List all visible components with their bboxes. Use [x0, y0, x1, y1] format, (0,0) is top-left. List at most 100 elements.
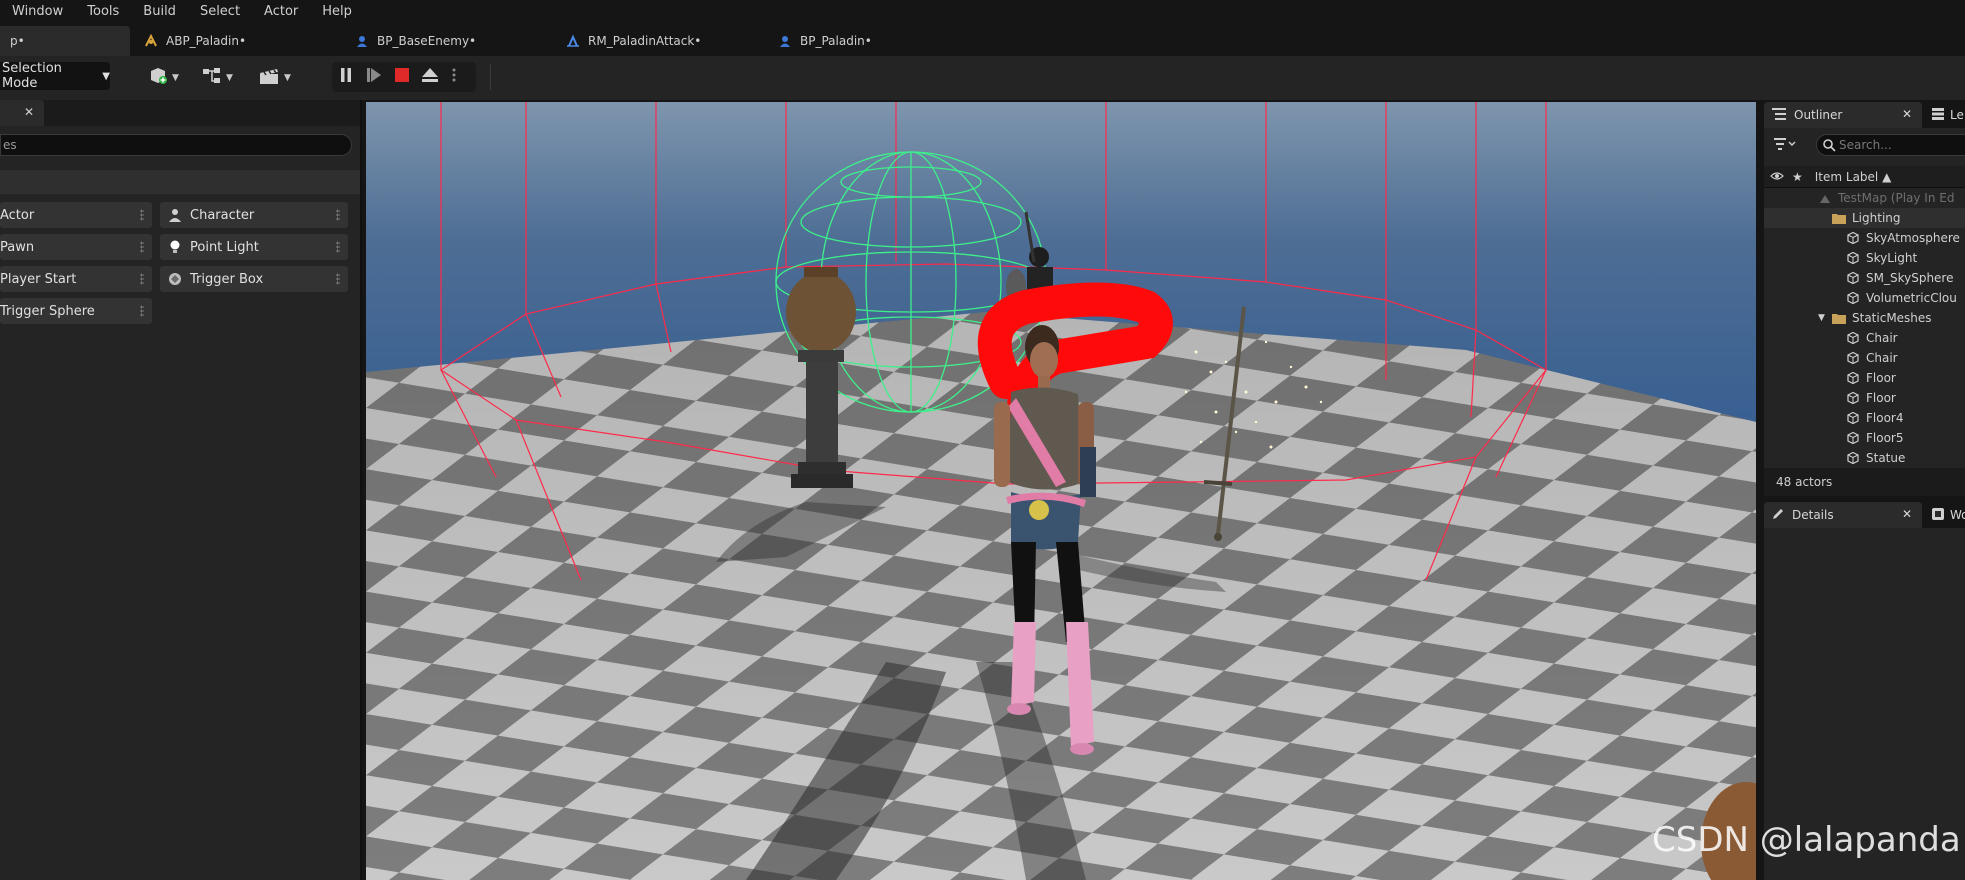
outliner-row[interactable]: Floor — [1764, 388, 1965, 408]
drag-handle-icon[interactable] — [336, 241, 340, 253]
actor-tile-player-start[interactable]: Player Start — [0, 266, 152, 292]
pin-star-icon[interactable]: ★ — [1792, 170, 1803, 184]
world-settings-tab[interactable]: Wo — [1928, 502, 1965, 528]
visibility-eye-icon[interactable] — [1770, 170, 1784, 184]
actor-tile-pawn[interactable]: Pawn — [0, 234, 152, 260]
toolbar-divider — [490, 64, 491, 90]
static-mesh-icon — [1846, 351, 1860, 365]
tab-rm-paladinattack[interactable]: RM_PaladinAttack• — [556, 26, 711, 56]
actor-label: Trigger Box — [190, 271, 264, 287]
outliner-row[interactable]: Statue — [1764, 448, 1965, 468]
unreal-editor-window: Window Tools Build Select Actor Help p• … — [0, 0, 1965, 880]
menu-bar: Window Tools Build Select Actor Help — [0, 0, 1965, 24]
menu-window[interactable]: Window — [0, 0, 75, 24]
outliner-row[interactable]: SkyLight — [1764, 248, 1965, 268]
outliner-row[interactable]: Floor — [1764, 368, 1965, 388]
static-mesh-icon — [1846, 371, 1860, 385]
outliner-search-input[interactable]: Search... — [1816, 134, 1965, 156]
menu-build[interactable]: Build — [131, 0, 188, 24]
drag-handle-icon[interactable] — [140, 305, 144, 317]
actor-label: Trigger Sphere — [0, 303, 95, 319]
chevron-down-icon: ▼ — [172, 73, 179, 83]
close-icon[interactable]: ✕ — [1902, 507, 1912, 521]
stop-icon — [394, 67, 410, 87]
expand-arrow-icon[interactable]: ▼ — [1818, 313, 1825, 323]
outliner-row-label: TestMap (Play In Ed — [1838, 191, 1955, 205]
add-content-button[interactable]: ▼ — [148, 66, 179, 90]
place-actors-tab[interactable]: ✕ — [0, 100, 44, 126]
static-mesh-icon — [1846, 411, 1860, 425]
folder-icon — [1832, 212, 1846, 224]
actor-tile-trigger-box[interactable]: Trigger Box — [160, 266, 348, 292]
outliner-row[interactable]: SkyAtmosphere — [1764, 228, 1965, 248]
static-mesh-icon — [1846, 251, 1860, 265]
drag-handle-icon[interactable] — [336, 209, 340, 221]
actor-tile-character[interactable]: Character — [160, 202, 348, 228]
world-icon — [1932, 507, 1944, 523]
outliner-row[interactable]: Chair — [1764, 348, 1965, 368]
menu-actor[interactable]: Actor — [252, 0, 310, 24]
stop-button[interactable] — [388, 62, 416, 92]
play-options-button[interactable] — [444, 62, 464, 92]
chevron-down-icon: ▼ — [102, 70, 110, 82]
search-icon — [1823, 138, 1836, 158]
place-actors-body: es Actor Character Pawn Point Light Play… — [0, 126, 360, 880]
levels-tab[interactable]: Le — [1928, 102, 1965, 128]
tab-abp-paladin[interactable]: ABP_Paladin• — [134, 26, 256, 56]
menu-tools[interactable]: Tools — [75, 0, 131, 24]
outliner-tab-label: Outliner — [1794, 108, 1843, 122]
outliner-row[interactable]: VolumetricClou — [1764, 288, 1965, 308]
filter-button[interactable] — [1774, 138, 1796, 153]
outliner-row[interactable]: SM_SkySphere — [1764, 268, 1965, 288]
menu-select[interactable]: Select — [188, 0, 252, 24]
static-mesh-icon — [1846, 331, 1860, 345]
cinematics-button[interactable]: ▼ — [258, 66, 291, 90]
right-panel-column: Outliner ✕ Le Search... ★ Item Label ▲ T… — [1760, 100, 1965, 880]
place-actors-search-input[interactable]: es — [0, 134, 352, 156]
world-icon — [1818, 192, 1832, 204]
pause-button[interactable] — [332, 62, 360, 92]
frame-skip-button[interactable] — [360, 62, 388, 92]
drag-handle-icon[interactable] — [140, 209, 144, 221]
level-viewport[interactable] — [366, 102, 1756, 880]
drag-handle-icon[interactable] — [140, 273, 144, 285]
document-tab-bar: p• ABP_Paladin• BP_BaseEnemy• RM_Paladin… — [0, 24, 1965, 56]
chevron-down-icon: ▼ — [284, 73, 291, 83]
close-icon[interactable]: ✕ — [1902, 107, 1912, 121]
outliner-row[interactable]: Floor5 — [1764, 428, 1965, 448]
details-tab[interactable]: Details ✕ — [1764, 502, 1922, 528]
category-header[interactable] — [0, 170, 360, 194]
tab-bp-baseenemy[interactable]: BP_BaseEnemy• — [345, 26, 486, 56]
selection-mode-dropdown[interactable]: Selection Mode ▼ — [0, 61, 110, 91]
close-icon[interactable]: ✕ — [24, 105, 34, 119]
actor-tile-actor[interactable]: Actor — [0, 202, 152, 228]
outliner-tab[interactable]: Outliner ✕ — [1764, 102, 1922, 128]
tab-bp-paladin[interactable]: BP_Paladin• — [768, 26, 882, 56]
static-mesh-icon — [1846, 291, 1860, 305]
pencil-icon — [1772, 508, 1784, 523]
drag-handle-icon[interactable] — [140, 241, 144, 253]
actor-tile-trigger-sphere[interactable]: Trigger Sphere — [0, 298, 152, 324]
drag-handle-icon[interactable] — [336, 273, 340, 285]
blueprint-mode-button[interactable]: ▼ — [202, 66, 233, 90]
outliner-row[interactable]: TestMap (Play In Ed — [1764, 188, 1965, 208]
folder-icon — [1832, 312, 1846, 324]
outliner-row[interactable]: Floor4 — [1764, 408, 1965, 428]
eject-icon — [421, 67, 439, 87]
eject-button[interactable] — [416, 62, 444, 92]
outliner-column-header: ★ Item Label ▲ — [1764, 166, 1965, 188]
light-bulb-icon — [168, 240, 182, 254]
details-tab-label: Details — [1792, 508, 1834, 522]
item-label-column[interactable]: Item Label ▲ — [1815, 170, 1892, 184]
outliner-row-label: Floor5 — [1866, 431, 1904, 445]
levels-icon — [1932, 107, 1944, 123]
more-options-icon — [452, 67, 456, 87]
levels-tab-label: Le — [1950, 108, 1964, 122]
tab-testmap[interactable]: p• — [0, 26, 130, 56]
outliner-row[interactable]: Lighting — [1764, 208, 1965, 228]
selection-mode-label: Selection Mode — [2, 61, 62, 91]
actor-tile-point-light[interactable]: Point Light — [160, 234, 348, 260]
outliner-row[interactable]: Chair — [1764, 328, 1965, 348]
menu-help[interactable]: Help — [310, 0, 364, 24]
outliner-row[interactable]: ▼ StaticMeshes — [1764, 308, 1965, 328]
